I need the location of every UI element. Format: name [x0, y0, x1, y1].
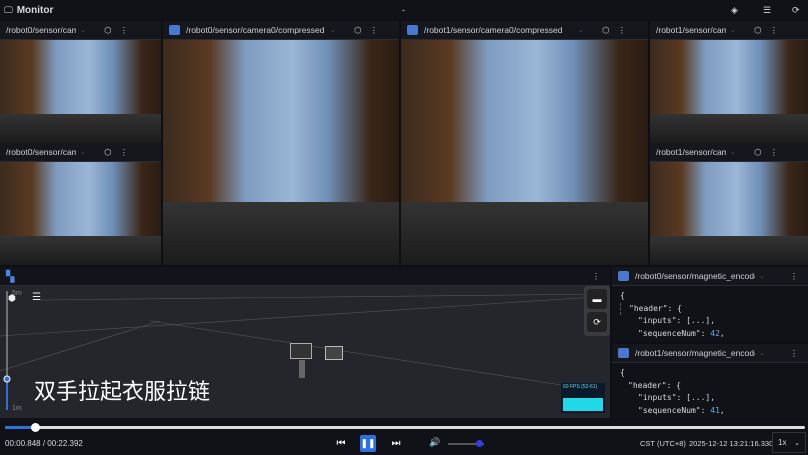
chevron-down-icon[interactable]: ⌄	[80, 26, 86, 34]
encoder-panel-0: /robot0/sensor/magnetic_encoder ⌄ ⋮ { "hea…	[612, 267, 808, 342]
title-center: -	[402, 5, 405, 15]
camera-image	[650, 40, 808, 143]
json-icon	[618, 348, 629, 358]
layers-icon[interactable]: ◈	[731, 5, 738, 16]
volume-slider[interactable]	[448, 440, 484, 447]
chevron-down-icon[interactable]: ⌄	[730, 26, 736, 34]
cube-icon[interactable]: ⬡	[100, 25, 116, 36]
topic-select[interactable]: /robot1/sensor/camera1/compressed	[656, 147, 726, 157]
chevron-down-icon[interactable]: ⌄	[330, 26, 336, 34]
chevron-down-icon: ⌄	[794, 439, 800, 447]
menu-icon[interactable]: ☰	[32, 292, 41, 303]
pause-button[interactable]: ❚❚	[360, 435, 376, 452]
chevron-down-icon[interactable]: ⌄	[578, 26, 584, 34]
image-icon	[169, 25, 180, 35]
json-line: "header": {	[628, 380, 681, 390]
scene-tool-panel: ▬ ⟳	[584, 286, 610, 336]
topic-select[interactable]: /robot0/sensor/camera0/compressed	[186, 25, 326, 35]
json-view: { "header": { "inputs": [...], "sequence…	[612, 286, 808, 342]
more-icon[interactable]: ⋮	[766, 147, 782, 158]
topic-select[interactable]: /robot1/sensor/camera1/compressed	[656, 25, 726, 35]
more-icon[interactable]: ⋮	[588, 271, 604, 282]
camera-panel-tl: /robot0/sensor/camera0/compressed⌄⬡⋮ /ro…	[0, 21, 161, 265]
encoder-panel-1: /robot1/sensor/magnetic_encoder ⌄ ⋮ { "hea…	[612, 344, 808, 418]
chevron-down-icon[interactable]: ⌄	[730, 148, 736, 156]
json-line: "sequenceNum": 41,	[638, 405, 725, 415]
scene-panel: ▚ ⋮ 5m 1m ⬢ ☰ 双手拉起衣服拉链 ▬ ⟳ 60 FPS (52-61)	[0, 267, 610, 418]
camera-image	[0, 40, 161, 143]
json-line: "inputs": [...],	[638, 316, 716, 325]
json-line: {	[620, 291, 625, 300]
database-icon[interactable]: ☰	[763, 5, 771, 16]
timezone: CST (UTC+8)	[640, 439, 686, 448]
camera-panel-tr: /robot1/sensor/camera1/compressed⌄⬡⋮ /ro…	[650, 21, 808, 265]
robot-model	[285, 338, 350, 383]
more-icon[interactable]: ⋮	[614, 25, 630, 36]
more-icon[interactable]: ⋮	[116, 25, 132, 36]
speed-select[interactable]: 1x ⌄	[772, 432, 806, 453]
camera-image	[163, 40, 399, 265]
camera-panel-mid-left: /robot0/sensor/camera0/compressed ⌄ ⬡ ⋮	[163, 21, 399, 265]
fps-meter: 60 FPS (52-61)	[561, 383, 605, 413]
chevron-down-icon[interactable]: ⌄	[759, 349, 765, 357]
title-bar: 🖵 Monitor - ◈ ☰ ⟳	[0, 0, 808, 20]
cube-icon[interactable]: ⬡	[350, 25, 366, 36]
fps-label: 60 FPS (52-61)	[563, 384, 598, 390]
topic-select[interactable]: /robot0/sensor/camera1/compressed	[6, 147, 76, 157]
chevron-down-icon[interactable]: ⌄	[759, 272, 765, 280]
json-line: {	[620, 368, 625, 377]
volume-icon[interactable]: 🔊	[429, 437, 440, 448]
more-icon[interactable]: ⋮	[366, 25, 382, 36]
camera-panel-mid-right: /robot1/sensor/camera0/compressed ⌄ ⬡ ⋮	[401, 21, 648, 265]
playback-bar: 00:00.848 / 00:22.392 ⏮ ❚❚ ⏭ 🔊 CST (UTC+…	[0, 419, 808, 455]
timestamp: 2025-12-12 13:21:16.330	[689, 439, 774, 448]
timeline-scrubber[interactable]	[5, 423, 805, 432]
topic-select[interactable]: /robot1/sensor/magnetic_encoder	[635, 348, 755, 358]
cube-icon[interactable]: ⬡	[750, 147, 766, 158]
reset-view-button[interactable]: ⟳	[587, 312, 607, 332]
sync-icon[interactable]: ⟳	[792, 5, 800, 16]
monitor-icon: 🖵	[4, 4, 13, 15]
json-line: "header": {	[620, 302, 800, 315]
topic-select[interactable]: /robot1/sensor/camera0/compressed	[424, 25, 574, 35]
camera-image	[650, 162, 808, 265]
cube-icon[interactable]: ⬡	[598, 25, 614, 36]
scale-bottom-label: 1m	[12, 405, 22, 412]
image-icon	[407, 25, 418, 35]
cube-icon[interactable]: ⬡	[100, 147, 116, 158]
view-cube-icon[interactable]: ⬢	[8, 293, 16, 304]
json-line: "sequenceNum": 42,	[638, 328, 725, 338]
camera-image	[0, 162, 161, 265]
camera-image	[401, 40, 648, 265]
skip-forward-button[interactable]: ⏭	[389, 436, 403, 450]
json-view: { "header": { "inputs": [...], "sequence…	[612, 363, 808, 418]
app-title: Monitor	[16, 4, 54, 16]
json-line: "inputs": [...],	[638, 393, 716, 402]
chevron-down-icon[interactable]: ⌄	[80, 148, 86, 156]
more-icon[interactable]: ⋮	[766, 25, 782, 36]
measure-button[interactable]: ▬	[587, 289, 607, 309]
json-icon	[618, 271, 629, 281]
more-icon[interactable]: ⋮	[786, 271, 802, 282]
more-icon[interactable]: ⋮	[116, 147, 132, 158]
panel-layout-icon[interactable]: ▚	[6, 270, 14, 283]
topic-select[interactable]: /robot0/sensor/magnetic_encoder	[635, 271, 755, 281]
cube-icon[interactable]: ⬡	[750, 25, 766, 36]
topic-select[interactable]: /robot0/sensor/camera0/compressed	[6, 25, 76, 35]
playback-time: 00:00.848 / 00:22.392	[5, 439, 83, 448]
skip-back-button[interactable]: ⏮	[334, 436, 348, 450]
more-icon[interactable]: ⋮	[786, 348, 802, 359]
subtitle-text: 双手拉起衣服拉链	[34, 380, 211, 405]
3d-viewport[interactable]: 5m 1m ⬢ ☰ 双手拉起衣服拉链 ▬ ⟳ 60 FPS (52-61)	[0, 286, 610, 418]
